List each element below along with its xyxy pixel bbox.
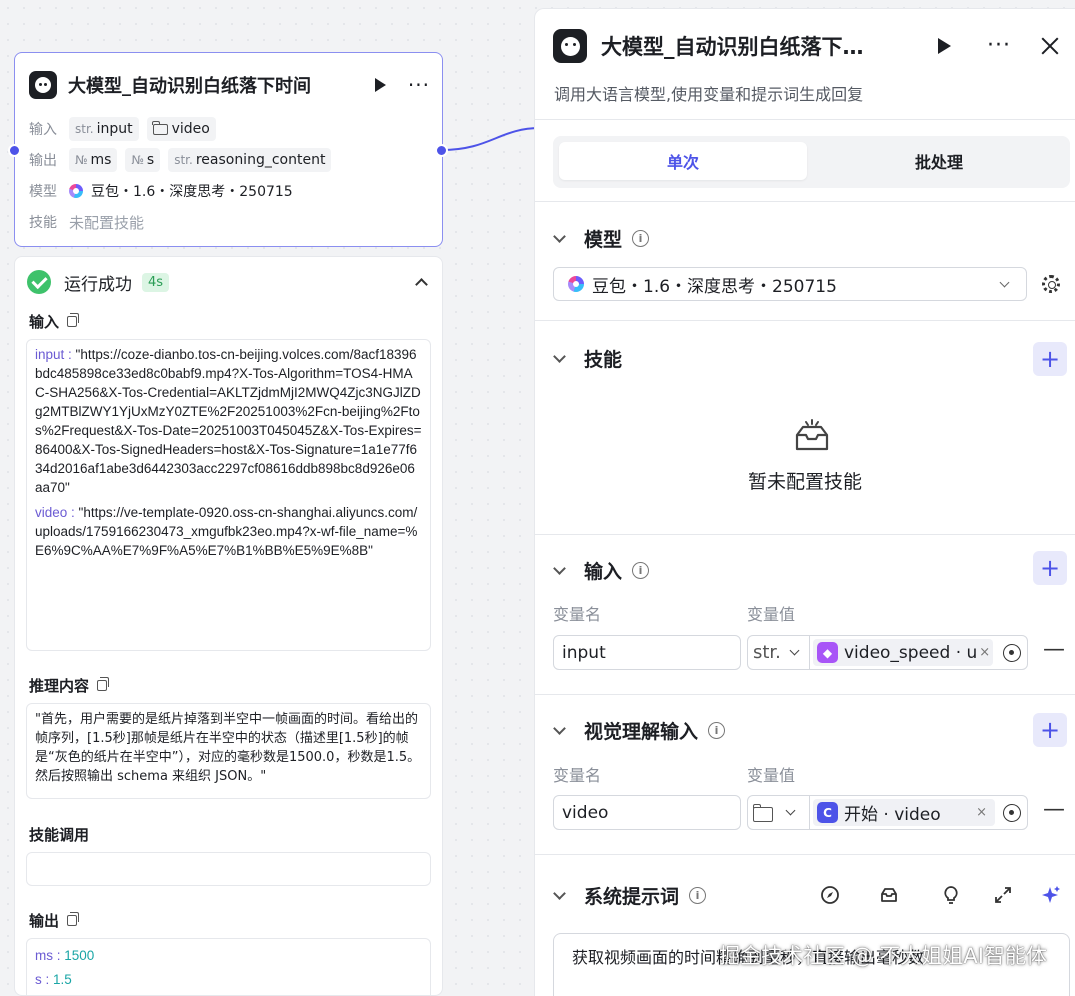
tab-batch[interactable]: 批处理 xyxy=(815,142,1063,180)
lightbulb-icon[interactable] xyxy=(941,885,961,905)
collapse-chevron-icon[interactable] xyxy=(415,277,428,291)
chevron-down-icon xyxy=(553,561,566,575)
cube-icon: ◆ xyxy=(817,642,838,663)
run-status: 运行成功 xyxy=(64,274,132,295)
reasoning-box: "首先，用户需要的是纸片掉落到半空中一帧画面的时间。看给出的帧序列，[1.5秒]… xyxy=(26,703,431,799)
skill-call-box xyxy=(26,852,431,886)
info-icon[interactable]: i xyxy=(632,562,650,579)
add-vision-input-button[interactable]: + xyxy=(1033,713,1067,747)
variable-ref-chip: ◆ video_speed · u × xyxy=(813,639,993,666)
skill-call-title: 技能调用 xyxy=(29,826,90,844)
result-input-box: input : "https://coze-dianbo.tos-cn-beij… xyxy=(26,339,431,651)
doubao-icon xyxy=(568,276,584,292)
output-tag-s: № s xyxy=(125,148,161,172)
copy-icon[interactable] xyxy=(67,313,80,327)
more-icon[interactable]: ··· xyxy=(987,35,1011,57)
var-name-label: 变量名 xyxy=(553,766,602,785)
info-icon[interactable]: i xyxy=(689,887,707,904)
chevron-down-icon xyxy=(553,229,566,243)
folder-icon xyxy=(752,804,773,822)
panel-title: 大模型_自动识别白纸落下… xyxy=(601,35,864,59)
more-icon[interactable]: ··· xyxy=(408,75,430,95)
llm-node-card[interactable]: 大模型_自动识别白纸落下时间 ··· 输入 str. input video 输出… xyxy=(14,52,443,247)
node-outputs-row: 输出 № ms № s str. reasoning_content xyxy=(29,148,339,172)
chevron-down-icon xyxy=(999,277,1010,288)
watermark: 掘金技术社区 @ 不大姐姐AI智能体 xyxy=(719,944,1047,968)
input-var-value-field[interactable]: str. ◆ video_speed · u × xyxy=(747,635,1028,670)
clear-icon[interactable]: × xyxy=(974,805,991,820)
reasoning-title: 推理内容 xyxy=(29,675,110,696)
input-tag-video: video xyxy=(146,117,216,141)
chevron-down-icon xyxy=(553,349,566,363)
remove-input-button[interactable]: — xyxy=(1043,637,1065,662)
output-tag-reasoning: str. reasoning_content xyxy=(168,148,332,172)
remove-vision-input-button[interactable]: — xyxy=(1043,797,1065,822)
panel-description: 调用大语言模型,使用变量和提示词生成回复 xyxy=(554,85,864,104)
start-node-icon: C xyxy=(817,802,838,823)
node-model-row: 模型 豆包・1.6・深度思考・250715 xyxy=(29,184,293,200)
input-section-header[interactable]: 输入 i xyxy=(553,557,650,584)
input-port[interactable] xyxy=(8,144,21,157)
clear-icon[interactable]: × xyxy=(977,645,993,660)
empty-box-icon xyxy=(795,419,829,451)
chevron-down-icon xyxy=(553,721,566,735)
variable-ref-chip: C 开始 · video × xyxy=(813,799,995,826)
node-inputs-row: 输入 str. input video xyxy=(29,117,224,141)
output-box: ms : 1500 s : 1.5 xyxy=(26,938,431,996)
var-value-label: 变量值 xyxy=(747,605,796,624)
vision-var-name-field[interactable]: video xyxy=(553,795,741,830)
copy-icon[interactable] xyxy=(67,912,80,926)
ai-sparkle-icon[interactable] xyxy=(1041,885,1061,905)
variable-picker-icon[interactable] xyxy=(1003,803,1021,822)
chevron-down-icon xyxy=(553,886,566,900)
add-skill-button[interactable]: + xyxy=(1033,342,1067,376)
copy-icon[interactable] xyxy=(97,677,110,691)
doubao-icon xyxy=(69,184,83,198)
skill-section-header[interactable]: 技能 xyxy=(553,345,622,372)
vision-section-header[interactable]: 视觉理解输入 i xyxy=(553,717,726,744)
result-input-title: 输入 xyxy=(29,311,80,332)
input-tag-input: str. input xyxy=(69,117,139,141)
success-check-icon xyxy=(27,270,51,294)
prompt-library-icon[interactable] xyxy=(879,885,899,905)
run-icon[interactable] xyxy=(938,38,952,54)
var-name-label: 变量名 xyxy=(553,605,602,624)
output-title: 输出 xyxy=(29,910,80,931)
mode-segmented-control: 单次 批处理 xyxy=(553,136,1070,188)
info-icon[interactable]: i xyxy=(632,230,650,247)
compass-icon[interactable] xyxy=(820,885,840,905)
add-input-button[interactable]: + xyxy=(1033,551,1067,585)
llm-logo-icon xyxy=(553,29,587,63)
model-section-header[interactable]: 模型 i xyxy=(553,225,650,252)
close-icon[interactable] xyxy=(1041,37,1059,55)
run-icon[interactable] xyxy=(374,78,386,92)
node-title: 大模型_自动识别白纸落下时间 xyxy=(68,76,311,97)
run-result-card: 运行成功 4s 输入 input : "https://coze-dianbo.… xyxy=(14,256,443,996)
tab-single[interactable]: 单次 xyxy=(559,142,807,180)
type-select[interactable]: str. xyxy=(748,636,810,669)
skill-empty-text: 暂未配置技能 xyxy=(747,471,862,493)
variable-picker-icon[interactable] xyxy=(1003,643,1021,662)
var-value-label: 变量值 xyxy=(747,766,796,785)
info-icon[interactable]: i xyxy=(708,722,726,739)
vision-var-value-field[interactable]: C 开始 · video × xyxy=(747,795,1028,830)
type-select[interactable] xyxy=(748,796,810,829)
input-var-name-field[interactable]: input xyxy=(553,635,741,670)
folder-icon xyxy=(152,120,168,135)
run-duration-badge: 4s xyxy=(142,272,170,292)
gear-icon[interactable] xyxy=(1042,275,1060,293)
output-tag-ms: № ms xyxy=(69,148,118,172)
llm-logo-icon xyxy=(29,71,57,99)
system-prompt-header[interactable]: 系统提示词 i xyxy=(553,882,707,909)
node-skill-row: 技能 未配置技能 xyxy=(29,213,145,232)
output-port[interactable] xyxy=(435,144,448,157)
expand-icon[interactable] xyxy=(993,885,1013,905)
model-select[interactable]: 豆包・1.6・深度思考・250715 xyxy=(553,267,1027,301)
node-config-panel: 大模型_自动识别白纸落下… ··· 调用大语言模型,使用变量和提示词生成回复 单… xyxy=(534,8,1075,996)
